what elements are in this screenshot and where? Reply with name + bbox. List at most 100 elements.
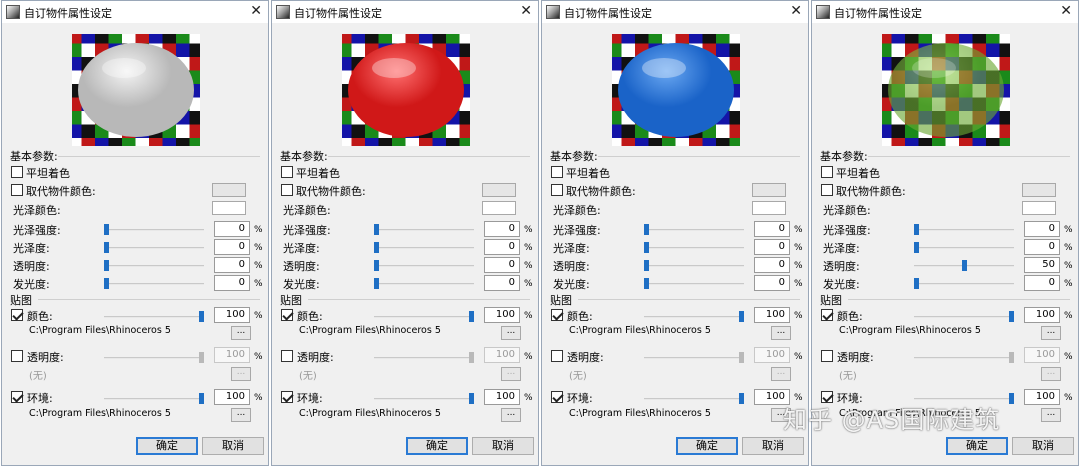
override-color-swatch[interactable] (752, 183, 786, 197)
environment-map-strength[interactable]: 100 (214, 389, 250, 405)
value-field[interactable]: 0 (1024, 275, 1060, 291)
color-map-track[interactable] (644, 316, 744, 318)
ok-button[interactable]: 确定 (676, 437, 738, 455)
cancel-button[interactable]: 取消 (202, 437, 264, 455)
slider-thumb[interactable] (914, 242, 919, 253)
slider-thumb[interactable] (644, 242, 649, 253)
slider-track[interactable] (374, 283, 474, 285)
ok-button[interactable]: 确定 (406, 437, 468, 455)
close-icon[interactable]: ✕ (520, 3, 532, 19)
environment-map-track[interactable] (374, 398, 474, 400)
cancel-button[interactable]: 取消 (1012, 437, 1074, 455)
cancel-button[interactable]: 取消 (472, 437, 534, 455)
gloss-color-swatch[interactable] (212, 201, 246, 215)
close-icon[interactable]: ✕ (790, 3, 802, 19)
color-map-track[interactable] (374, 316, 474, 318)
slider-track[interactable] (374, 247, 474, 249)
slider-track[interactable] (644, 247, 744, 249)
close-icon[interactable]: ✕ (1060, 3, 1072, 19)
value-field[interactable]: 0 (484, 275, 520, 291)
close-icon[interactable]: ✕ (250, 3, 262, 19)
flat-shading-checkbox[interactable] (821, 166, 833, 178)
environment-map-strength[interactable]: 100 (1024, 389, 1060, 405)
slider-track[interactable] (914, 229, 1014, 231)
ok-button[interactable]: 确定 (946, 437, 1008, 455)
ok-button[interactable]: 确定 (136, 437, 198, 455)
value-field[interactable]: 0 (754, 221, 790, 237)
value-field[interactable]: 0 (1024, 221, 1060, 237)
override-color-checkbox[interactable] (281, 184, 293, 196)
color-map-browse-button[interactable]: ... (1041, 326, 1061, 340)
color-map-strength[interactable]: 100 (1024, 307, 1060, 323)
value-field[interactable]: 0 (484, 257, 520, 273)
slider-track[interactable] (914, 283, 1014, 285)
slider-track[interactable] (104, 247, 204, 249)
environment-map-browse-button[interactable]: ... (1041, 408, 1061, 422)
transparency-map-checkbox[interactable] (821, 350, 833, 362)
cancel-button[interactable]: 取消 (742, 437, 804, 455)
slider-thumb[interactable] (104, 260, 109, 271)
environment-map-thumb[interactable] (469, 393, 474, 404)
color-map-browse-button[interactable]: ... (501, 326, 521, 340)
override-color-swatch[interactable] (1022, 183, 1056, 197)
environment-map-browse-button[interactable]: ... (501, 408, 521, 422)
slider-thumb[interactable] (374, 260, 379, 271)
environment-map-track[interactable] (104, 398, 204, 400)
color-map-browse-button[interactable]: ... (771, 326, 791, 340)
color-map-strength[interactable]: 100 (214, 307, 250, 323)
slider-thumb[interactable] (374, 224, 379, 235)
color-map-checkbox[interactable] (551, 309, 563, 321)
slider-thumb[interactable] (962, 260, 967, 271)
value-field[interactable]: 0 (754, 239, 790, 255)
environment-map-checkbox[interactable] (551, 391, 563, 403)
environment-map-thumb[interactable] (199, 393, 204, 404)
environment-map-checkbox[interactable] (11, 391, 23, 403)
slider-thumb[interactable] (644, 278, 649, 289)
slider-thumb[interactable] (104, 224, 109, 235)
slider-track[interactable] (374, 229, 474, 231)
environment-map-thumb[interactable] (1009, 393, 1014, 404)
environment-map-checkbox[interactable] (281, 391, 293, 403)
slider-thumb[interactable] (374, 278, 379, 289)
slider-thumb[interactable] (104, 278, 109, 289)
gloss-color-swatch[interactable] (752, 201, 786, 215)
slider-track[interactable] (914, 247, 1014, 249)
color-map-track[interactable] (914, 316, 1014, 318)
value-field[interactable]: 0 (1024, 239, 1060, 255)
slider-thumb[interactable] (644, 224, 649, 235)
override-color-swatch[interactable] (212, 183, 246, 197)
environment-map-strength[interactable]: 100 (484, 389, 520, 405)
slider-thumb[interactable] (374, 242, 379, 253)
value-field[interactable]: 0 (754, 257, 790, 273)
slider-track[interactable] (104, 283, 204, 285)
color-map-strength[interactable]: 100 (754, 307, 790, 323)
value-field[interactable]: 0 (484, 221, 520, 237)
color-map-track[interactable] (104, 316, 204, 318)
color-map-browse-button[interactable]: ... (231, 326, 251, 340)
value-field[interactable]: 0 (214, 239, 250, 255)
transparency-map-checkbox[interactable] (551, 350, 563, 362)
slider-track[interactable] (374, 265, 474, 267)
color-map-strength[interactable]: 100 (484, 307, 520, 323)
color-map-thumb[interactable] (469, 311, 474, 322)
value-field[interactable]: 0 (214, 221, 250, 237)
flat-shading-checkbox[interactable] (551, 166, 563, 178)
value-field[interactable]: 0 (214, 275, 250, 291)
override-color-checkbox[interactable] (551, 184, 563, 196)
transparency-map-checkbox[interactable] (281, 350, 293, 362)
override-color-checkbox[interactable] (11, 184, 23, 196)
color-map-thumb[interactable] (199, 311, 204, 322)
slider-track[interactable] (644, 229, 744, 231)
gloss-color-swatch[interactable] (482, 201, 516, 215)
transparency-map-checkbox[interactable] (11, 350, 23, 362)
slider-thumb[interactable] (104, 242, 109, 253)
environment-map-thumb[interactable] (739, 393, 744, 404)
slider-track[interactable] (104, 265, 204, 267)
value-field[interactable]: 0 (754, 275, 790, 291)
override-color-swatch[interactable] (482, 183, 516, 197)
gloss-color-swatch[interactable] (1022, 201, 1056, 215)
slider-track[interactable] (104, 229, 204, 231)
flat-shading-checkbox[interactable] (11, 166, 23, 178)
value-field[interactable]: 0 (484, 239, 520, 255)
slider-thumb[interactable] (914, 224, 919, 235)
